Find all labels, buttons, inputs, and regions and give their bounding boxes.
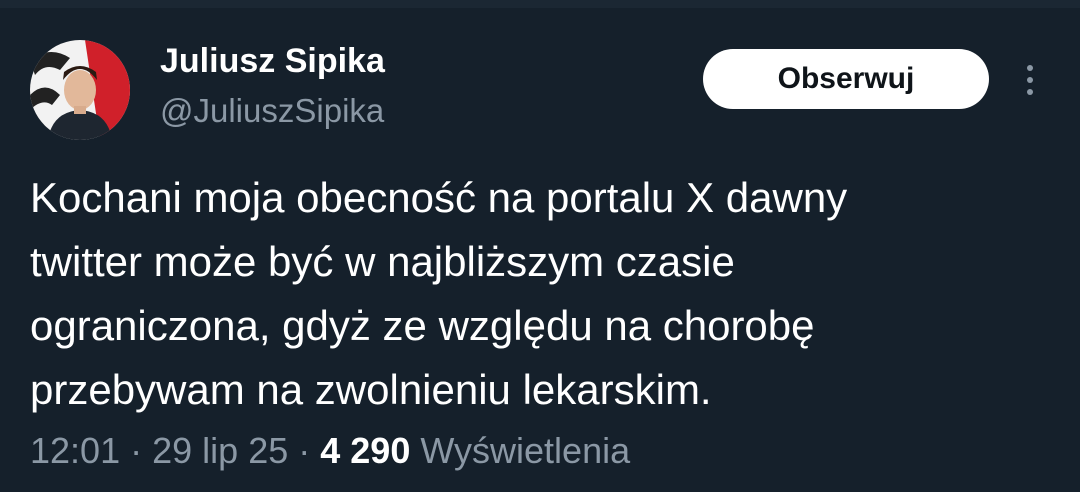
views-label: Wyświetlenia [420,430,631,471]
avatar-image [30,40,130,140]
tweet-date[interactable]: 29 lip 25 [152,430,288,471]
author-handle[interactable]: @JuliuszSipika [160,92,384,130]
author-display-name[interactable]: Juliusz Sipika [160,42,385,81]
tweet-line: Kochani moja obecność na portalu X dawny [30,174,848,221]
views-count: 4 290 [320,430,411,471]
more-vertical-icon[interactable] [1018,62,1042,98]
tweet-line: twitter może być w najbliższym czasie [30,238,735,285]
meta-separator: · [130,430,143,471]
tweet-text: Kochani moja obecność na portalu X dawny… [30,166,1040,422]
top-divider [0,0,1080,8]
avatar[interactable] [30,40,130,140]
tweet-time[interactable]: 12:01 [30,430,120,471]
meta-separator: · [298,430,311,471]
tweet-line: ograniczona, gdyż ze względu na chorobę [30,302,815,349]
follow-button[interactable]: Obserwuj [703,49,989,109]
tweet-meta: 12:01 · 29 lip 25 · 4 290 Wyświetlenia [30,430,630,472]
tweet-line: przebywam na zwolnieniu lekarskim. [30,366,712,413]
